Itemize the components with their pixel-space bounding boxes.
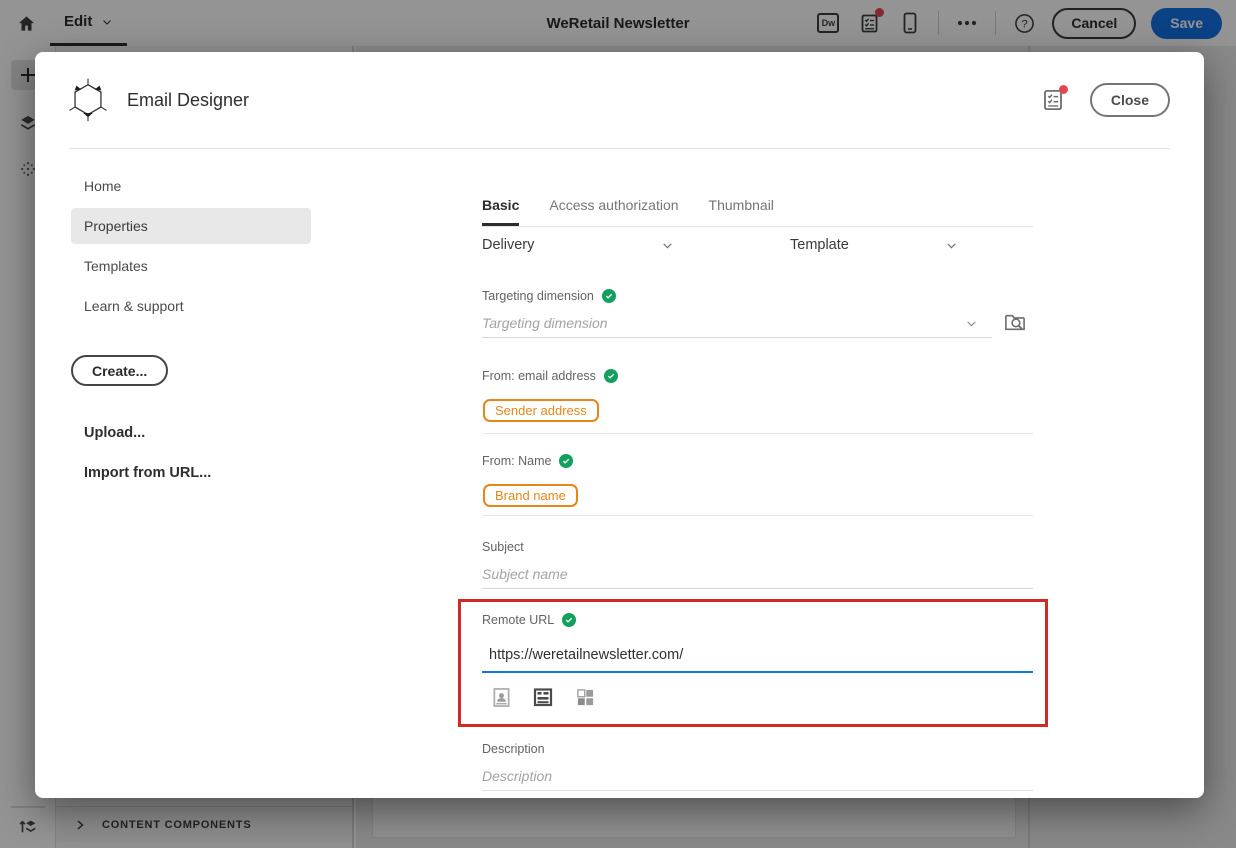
description-field[interactable]: [482, 761, 1033, 791]
nav-item-templates[interactable]: Templates: [71, 248, 311, 284]
from-name-label: From: Name: [482, 454, 574, 468]
import-from-url-action[interactable]: Import from URL...: [84, 465, 211, 481]
remote-url-focus-underline: [482, 671, 1033, 673]
subject-field[interactable]: [482, 559, 1033, 589]
close-button[interactable]: Close: [1089, 83, 1170, 117]
remote-url-label: Remote URL: [482, 613, 577, 627]
targeting-dimension-label: Targeting dimension: [482, 289, 616, 303]
properties-form: Basic Access authorization Thumbnail Del…: [482, 149, 1033, 798]
section-divider: [482, 433, 1033, 434]
targeting-dimension-field[interactable]: [482, 309, 992, 338]
nav-item-home[interactable]: Home: [71, 168, 311, 204]
tab-basic[interactable]: Basic: [482, 187, 520, 226]
chevron-down-icon: [947, 242, 956, 249]
description-input[interactable]: [482, 767, 1033, 784]
folder-search-icon: [1005, 314, 1025, 331]
email-designer-logo: [69, 78, 107, 122]
nav-item-properties[interactable]: Properties: [71, 208, 311, 244]
dialog-nav: Home Properties Templates Learn & suppor…: [71, 164, 311, 324]
nav-item-learn-support[interactable]: Learn & support: [71, 288, 311, 324]
delivery-select-label: Delivery: [482, 237, 535, 253]
delivery-select[interactable]: Delivery: [482, 237, 674, 253]
template-select[interactable]: Template: [790, 237, 958, 253]
dialog-title: Email Designer: [127, 89, 250, 110]
sender-address-chip[interactable]: Sender address: [483, 399, 599, 422]
chevron-down-icon[interactable]: [965, 317, 978, 330]
dialog-header: Email Designer Close: [35, 52, 1204, 148]
targeting-dimension-input[interactable]: [482, 315, 992, 331]
valid-check-icon: [559, 454, 574, 468]
email-designer-dialog: Email Designer Close Home Properties Tem…: [35, 52, 1204, 798]
template-select-label: Template: [790, 237, 849, 253]
subject-label: Subject: [482, 540, 524, 554]
from-email-label: From: email address: [482, 369, 618, 383]
upload-action[interactable]: Upload...: [84, 425, 145, 441]
chevron-down-icon: [663, 242, 672, 249]
section-divider: [482, 515, 1033, 516]
grid-view-icon[interactable]: [575, 686, 595, 708]
notification-dot: [1058, 85, 1068, 94]
dialog-body: Home Properties Templates Learn & suppor…: [35, 149, 1204, 798]
valid-check-icon: [603, 369, 618, 383]
section-selectors: Delivery Template: [482, 237, 1033, 263]
valid-check-icon: [601, 289, 616, 303]
contact-card-icon[interactable]: [491, 686, 511, 708]
valid-check-icon: [562, 613, 577, 627]
screen: Edit WeRetail Newsletter Dw ? Cancel Sav…: [0, 0, 1236, 848]
description-label: Description: [482, 742, 545, 756]
remote-url-render-options: [491, 686, 595, 708]
remote-url-field[interactable]: [482, 639, 1033, 671]
subject-input[interactable]: [482, 565, 1033, 582]
remote-url-input[interactable]: [482, 647, 1033, 663]
create-button[interactable]: Create...: [71, 355, 169, 386]
browse-picker-button[interactable]: [1002, 309, 1028, 335]
tab-bar: Basic Access authorization Thumbnail: [482, 187, 1033, 227]
dialog-validation-button[interactable]: [1040, 85, 1068, 113]
tab-thumbnail[interactable]: Thumbnail: [709, 187, 774, 226]
form-view-icon[interactable]: [533, 686, 553, 708]
dialog-header-actions: Close: [1040, 83, 1170, 117]
brand-name-chip[interactable]: Brand name: [483, 484, 578, 507]
tab-access-authorization[interactable]: Access authorization: [549, 187, 678, 226]
